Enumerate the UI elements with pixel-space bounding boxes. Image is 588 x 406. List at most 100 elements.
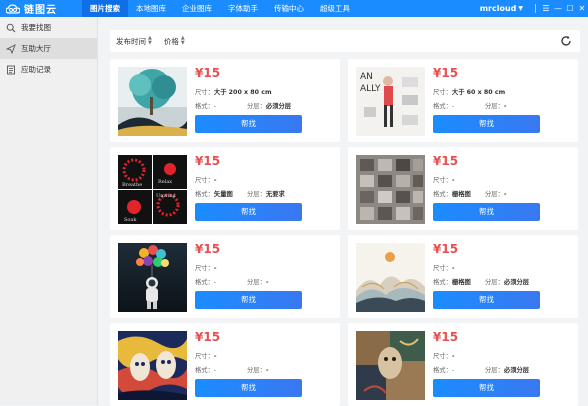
maximize-icon[interactable]: ☐: [564, 4, 576, 13]
layer-label: 分层：: [247, 367, 266, 374]
menu-icon[interactable]: ☰: [540, 4, 552, 13]
cloud-icon: [6, 3, 20, 14]
size-row: 尺寸：-: [433, 175, 455, 184]
format-label: 格式：: [433, 103, 452, 110]
format-label: 格式：: [433, 367, 452, 374]
thumbnail-image[interactable]: [356, 243, 425, 312]
help-find-button[interactable]: 帮找: [195, 115, 302, 133]
format-value: -: [451, 103, 455, 110]
minimize-icon[interactable]: —: [552, 4, 564, 13]
top-bar: 链图云 图片搜索 本地图库 企业图库 字体助手 传输中心 超级工具 mrclou…: [0, 0, 588, 17]
tab-image-search[interactable]: 图片搜索: [82, 0, 128, 17]
price-label: ¥15: [195, 154, 221, 168]
request-card: ¥15 尺寸：- 格式：- 分层：- 帮找: [110, 323, 340, 406]
layer-label: 分层：: [247, 191, 266, 198]
tab-local-library[interactable]: 本地图库: [128, 0, 174, 17]
layer-value: 必须分层: [265, 103, 292, 110]
size-value: 大于 200 x 80 cm: [213, 89, 272, 96]
price-label: ¥15: [433, 154, 459, 168]
layer-field: 分层：必须分层: [485, 277, 529, 286]
price-label: ¥15: [433, 330, 459, 344]
size-label: 尺寸：: [195, 89, 214, 96]
thumbnail-image[interactable]: [118, 331, 187, 400]
close-icon[interactable]: ✕: [576, 4, 588, 13]
tab-enterprise-library[interactable]: 企业图库: [174, 0, 220, 17]
layer-label: 分层：: [485, 191, 504, 198]
size-value: 大于 60 x 80 cm: [451, 89, 506, 96]
svg-text:Relax: Relax: [158, 179, 172, 185]
format-row: 格式：栅格图 分层：必须分层: [433, 277, 529, 286]
user-name[interactable]: mrcloud: [480, 4, 517, 13]
layer-value: -: [265, 279, 269, 286]
size-label: 尺寸：: [195, 177, 214, 184]
sort-icon: ▲ ▼: [148, 35, 152, 46]
layer-field: 分层：必须分层: [247, 101, 291, 110]
sidebar-item-help-hall[interactable]: 互助大厅: [0, 38, 97, 59]
format-value: 栅格图: [451, 191, 471, 198]
sidebar-item-find-image[interactable]: 我要找图: [0, 17, 97, 38]
thumbnail-image[interactable]: [356, 155, 425, 224]
refresh-icon[interactable]: [560, 35, 572, 47]
price-label: ¥15: [195, 330, 221, 344]
chevron-down-icon[interactable]: ▼: [518, 5, 523, 12]
size-row: 尺寸：-: [433, 263, 455, 272]
thumbnail-image[interactable]: Relax Breathe Unwind Soak: [118, 155, 187, 224]
thumbnail-image[interactable]: [118, 67, 187, 136]
svg-text:Breathe: Breathe: [122, 182, 142, 188]
format-label: 格式：: [195, 103, 214, 110]
sidebar-item-label: 互助大厅: [21, 44, 51, 53]
svg-text:Soak: Soak: [124, 217, 137, 223]
help-find-button[interactable]: 帮找: [195, 379, 302, 397]
layer-value: -: [503, 103, 507, 110]
tab-super-tools[interactable]: 超级工具: [312, 0, 358, 17]
price-label: ¥15: [195, 66, 221, 80]
sidebar-item-label: 我要找图: [21, 23, 51, 32]
sidebar: 我要找图 互助大厅 应助记录: [0, 17, 98, 405]
format-label: 格式：: [433, 191, 452, 198]
layer-label: 分层：: [485, 367, 504, 374]
search-icon: [6, 23, 16, 32]
help-find-button[interactable]: 帮找: [195, 291, 302, 309]
size-label: 尺寸：: [433, 353, 452, 360]
help-find-button[interactable]: 帮找: [433, 203, 540, 221]
request-card: ¥15 尺寸：- 格式：栅格图 分层：- 帮找: [348, 147, 578, 230]
format-value: -: [451, 367, 455, 374]
size-value: -: [213, 177, 217, 184]
send-icon: [6, 43, 16, 54]
request-card: Relax Breathe Unwind Soak ¥15 尺寸：- 格式：矢量…: [110, 147, 340, 230]
size-row: 尺寸：-: [195, 351, 217, 360]
size-row: 尺寸：-: [195, 175, 217, 184]
sort-icon: ▲ ▼: [180, 35, 185, 46]
format-row: 格式：- 分层：必须分层: [433, 365, 529, 374]
request-card: ¥15 尺寸：- 格式：- 分层：必须分层 帮找: [348, 323, 578, 406]
format-value: -: [213, 367, 217, 374]
size-label: 尺寸：: [195, 265, 214, 272]
main-tabs: 图片搜索 本地图库 企业图库 字体助手 传输中心 超级工具: [82, 0, 358, 17]
layer-field: 分层：-: [485, 189, 507, 198]
size-value: -: [213, 353, 217, 360]
help-find-button[interactable]: 帮找: [433, 115, 540, 133]
app-name: 链图云: [24, 5, 57, 16]
help-find-button[interactable]: 帮找: [195, 203, 302, 221]
tab-font-assistant[interactable]: 字体助手: [220, 0, 266, 17]
tab-transfer-center[interactable]: 传输中心: [266, 0, 312, 17]
format-value: 栅格图: [451, 279, 471, 286]
thumbnail-image[interactable]: AN ALLY: [356, 67, 425, 136]
sidebar-item-help-records[interactable]: 应助记录: [0, 59, 97, 80]
layer-value: -: [503, 191, 507, 198]
layer-field: 分层：-: [247, 277, 269, 286]
sort-price-label: 价格: [163, 36, 179, 46]
sort-by-price[interactable]: 价格 ▲ ▼: [164, 36, 185, 47]
request-card: AN ALLY ¥15 尺寸：大于 60 x 80 cm 格式：- 分层：- 帮找: [348, 59, 578, 142]
layer-field: 分层：无要求: [247, 189, 285, 198]
help-find-button[interactable]: 帮找: [433, 379, 540, 397]
thumbnail-image[interactable]: [118, 243, 187, 312]
size-row: 尺寸：大于 60 x 80 cm: [433, 87, 505, 96]
main-content: 发布时间 ▲ ▼ 价格 ▲ ▼ ¥15 尺寸：大于 200 x 80 cm 格式：-…: [98, 17, 588, 406]
size-value: -: [213, 265, 217, 272]
window-controls: mrcloud ▼ ☰ — ☐ ✕: [480, 0, 588, 17]
help-find-button[interactable]: 帮找: [433, 291, 540, 309]
thumbnail-image[interactable]: [356, 331, 425, 400]
sort-by-time[interactable]: 发布时间 ▲ ▼: [116, 36, 152, 47]
layer-value: -: [265, 367, 269, 374]
